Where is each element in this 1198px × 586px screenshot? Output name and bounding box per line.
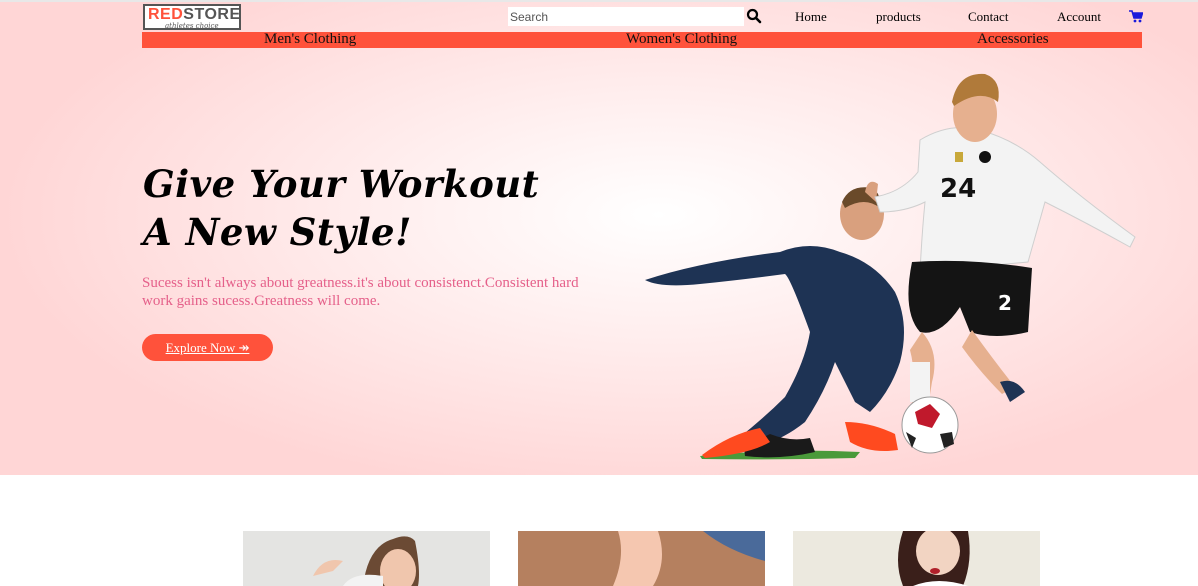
svg-text:2: 2 bbox=[998, 291, 1012, 315]
shopping-cart-icon[interactable] bbox=[1129, 10, 1144, 23]
hero-tagline: Sucess isn't always about greatness.it's… bbox=[142, 275, 579, 309]
featured-product-card-1[interactable] bbox=[243, 531, 490, 586]
featured-product-card-3[interactable] bbox=[793, 531, 1040, 586]
explore-now-button[interactable]: Explore Now ↠ bbox=[142, 334, 273, 361]
featured-product-image-2 bbox=[518, 531, 765, 586]
category-mens-clothing[interactable]: Men's Clothing bbox=[264, 31, 356, 48]
logo-text-red: RED bbox=[148, 6, 184, 23]
category-womens-clothing[interactable]: Women's Clothing bbox=[626, 31, 737, 48]
featured-product-card-2[interactable] bbox=[518, 531, 765, 586]
logo[interactable]: REDSTORE athletes choice bbox=[143, 4, 241, 30]
logo-text-dark: STORE bbox=[183, 6, 241, 23]
category-accessories[interactable]: Accessories bbox=[977, 31, 1049, 48]
search-input[interactable] bbox=[508, 7, 744, 26]
search-icon[interactable] bbox=[746, 8, 762, 24]
hero-headline: Give Your Workout A New Style! bbox=[143, 160, 603, 256]
nav-contact[interactable]: Contact bbox=[968, 9, 1008, 25]
nav-account[interactable]: Account bbox=[1057, 9, 1101, 25]
logo-tagline: athletes choice bbox=[165, 22, 219, 30]
svg-text:24: 24 bbox=[940, 174, 976, 204]
nav-products[interactable]: products bbox=[876, 9, 921, 25]
hero-footballers-image: 24 2 bbox=[645, 73, 1136, 460]
featured-product-image-3 bbox=[898, 531, 970, 586]
nav-home[interactable]: Home bbox=[795, 9, 827, 25]
category-bar: Men's Clothing Women's Clothing Accessor… bbox=[142, 31, 1142, 48]
featured-product-image-1 bbox=[313, 536, 419, 586]
hero-headline-line1: Give Your Workout bbox=[143, 162, 540, 206]
hero-headline-line2: A New Style! bbox=[143, 210, 412, 254]
